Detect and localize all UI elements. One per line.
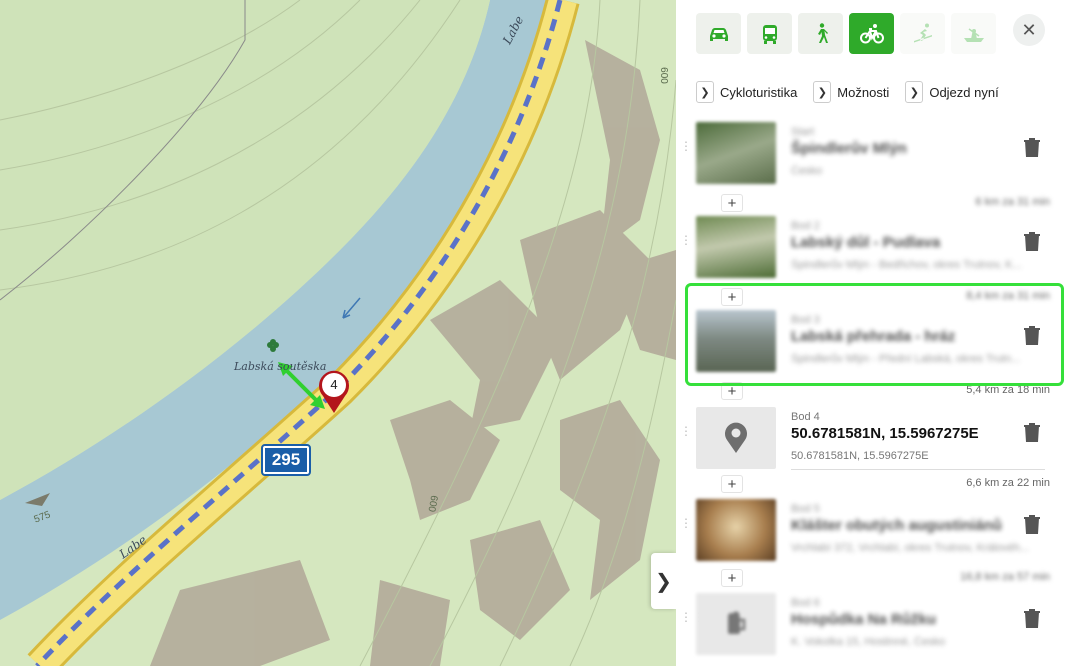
drag-handle-icon[interactable]: ⋮⋮ <box>680 234 705 252</box>
option-label: Odjezd nyní <box>929 84 999 100</box>
waypoint-kind: Bod 4 <box>791 411 820 423</box>
location-pin-icon <box>725 422 747 453</box>
waypoint-kind: Bod 3 <box>791 314 820 326</box>
option-departure[interactable]: ❯ Odjezd nyní <box>905 81 999 103</box>
segment-distance: 16,8 km za 57 min <box>960 571 1050 583</box>
collapse-panel-button[interactable]: ❯ <box>651 553 676 609</box>
waypoint-title: Hospůdka Na Růžku <box>791 611 937 628</box>
waypoint-kind: Bod 6 <box>791 597 820 609</box>
chevron-right-icon: ❯ <box>905 81 924 103</box>
mode-boat-button[interactable] <box>951 13 996 54</box>
waypoint-kind: Bod 5 <box>791 503 820 515</box>
waypoint-item-selected[interactable]: ⋮⋮ Bod 4 50.6781581N, 15.5967275E 50.678… <box>676 399 1075 479</box>
segment-distance: 5,4 km za 18 min <box>966 384 1050 396</box>
route-planner-panel: ✕ ❯ Cykloturistika ❯ Možnosti ❯ Odjezd nyní… <box>676 0 1075 666</box>
drag-handle-icon[interactable]: ⋮⋮ <box>680 611 705 629</box>
option-cycling-type[interactable]: ❯ Cykloturistika <box>696 81 797 103</box>
plus-icon: + <box>727 569 737 587</box>
waypoint-item[interactable]: ⋮⋮ Bod 6 Hospůdka Na Růžku K. Vokolka 15… <box>676 585 1075 665</box>
mode-car-button[interactable] <box>696 13 741 54</box>
waypoint-title: Špindlerův Mlýn <box>791 140 907 157</box>
mode-bus-button[interactable] <box>747 13 792 54</box>
add-waypoint-button[interactable]: + <box>721 382 743 400</box>
boat-icon <box>963 27 984 42</box>
waypoint-item[interactable]: ⋮⋮ Start Špindlerův Mlýn Česko <box>676 114 1075 194</box>
waypoint-title: 50.6781581N, 15.5967275E <box>791 425 979 442</box>
waypoint-thumbnail <box>696 407 776 469</box>
waypoint-thumbnail <box>696 593 776 655</box>
contour-label: 600 <box>657 67 669 84</box>
transport-mode-bar <box>696 13 996 54</box>
waypoint-title: Labská přehrada - hráz <box>791 328 956 345</box>
waypoint-item[interactable]: ⋮⋮ Bod 5 Klášter obutých augustiniánů Vr… <box>676 491 1075 571</box>
plus-icon: + <box>727 475 737 493</box>
segment-distance: 8,4 km za 31 min <box>966 290 1050 302</box>
waypoint-title: Klášter obutých augustiniánů <box>791 517 1002 534</box>
bike-icon <box>859 23 884 43</box>
waypoint-item[interactable]: ⋮⋮ Bod 2 Labský důl - Pudlava Špindlerův… <box>676 208 1075 288</box>
waypoint-address: Česko <box>791 165 823 177</box>
trash-icon[interactable] <box>1022 324 1042 346</box>
waypoint-marker-4[interactable]: 4 <box>317 368 351 414</box>
beer-mug-icon <box>728 611 746 634</box>
map-canvas[interactable] <box>0 0 676 666</box>
drag-handle-icon[interactable]: ⋮⋮ <box>680 517 705 535</box>
segment-distance: 6,6 km za 22 min <box>966 477 1050 489</box>
waypoint-title: Labský důl - Pudlava <box>791 234 941 251</box>
option-settings[interactable]: ❯ Možnosti <box>813 81 889 103</box>
road-number-shield: 295 <box>261 444 311 476</box>
mode-bike-button[interactable] <box>849 13 894 54</box>
waypoint-thumbnail <box>696 499 776 561</box>
waypoint-thumbnail <box>696 122 776 184</box>
option-label: Cykloturistika <box>720 84 798 100</box>
trash-icon[interactable] <box>1022 421 1042 443</box>
trash-icon[interactable] <box>1022 230 1042 252</box>
drag-handle-icon[interactable]: ⋮⋮ <box>680 328 705 346</box>
waypoint-thumbnail <box>696 310 776 372</box>
chevron-right-icon: ❯ <box>696 81 714 103</box>
option-label: Možnosti <box>837 84 890 100</box>
mode-walk-button[interactable] <box>798 13 843 54</box>
drag-handle-icon[interactable]: ⋮⋮ <box>680 140 705 158</box>
plus-icon: + <box>727 382 737 400</box>
car-icon <box>709 27 728 41</box>
chevron-right-icon: ❯ <box>813 81 832 103</box>
chevron-right-icon: ❯ <box>655 570 672 593</box>
waypoint-kind: Bod 2 <box>791 220 820 232</box>
map-view[interactable]: Labe Labe Labská soutěska 600 600 575 29… <box>0 0 676 666</box>
waypoint-address: K. Vokolka 15, Hostinné, Česko <box>791 636 946 648</box>
mode-ski-button[interactable] <box>900 13 945 54</box>
waypoint-item[interactable]: ⋮⋮ Bod 3 Labská přehrada - hráz Špindler… <box>676 302 1075 382</box>
waypoint-address: Špindlerův Mlýn - Bedřichov, okres Trutn… <box>791 259 1022 271</box>
poi-label[interactable]: Labská soutěska <box>234 360 326 373</box>
waypoint-thumbnail <box>696 216 776 278</box>
waypoint-address: Vrchlabí 372, Vrchlabí, okres Trutnov, K… <box>791 542 1030 554</box>
bus-icon <box>762 24 777 44</box>
waypoint-marker-number: 4 <box>330 377 338 392</box>
trash-icon[interactable] <box>1022 513 1042 535</box>
waypoint-address: Špindlerův Mlýn - Přední Labská, okres T… <box>791 353 1021 365</box>
route-options-bar: ❯ Cykloturistika ❯ Možnosti ❯ Odjezd nyní <box>696 81 999 103</box>
walk-icon <box>817 22 828 43</box>
trash-icon[interactable] <box>1022 607 1042 629</box>
waypoint-address: 50.6781581N, 15.5967275E <box>791 450 929 462</box>
segment-distance: 6 km za 31 min <box>975 196 1050 208</box>
close-icon: ✕ <box>1021 19 1037 40</box>
ski-icon <box>913 23 932 42</box>
divider <box>791 469 1045 470</box>
waypoint-kind: Start <box>791 126 815 138</box>
drag-handle-icon[interactable]: ⋮⋮ <box>680 425 705 443</box>
close-panel-button[interactable]: ✕ <box>1013 14 1045 46</box>
trash-icon[interactable] <box>1022 136 1042 158</box>
